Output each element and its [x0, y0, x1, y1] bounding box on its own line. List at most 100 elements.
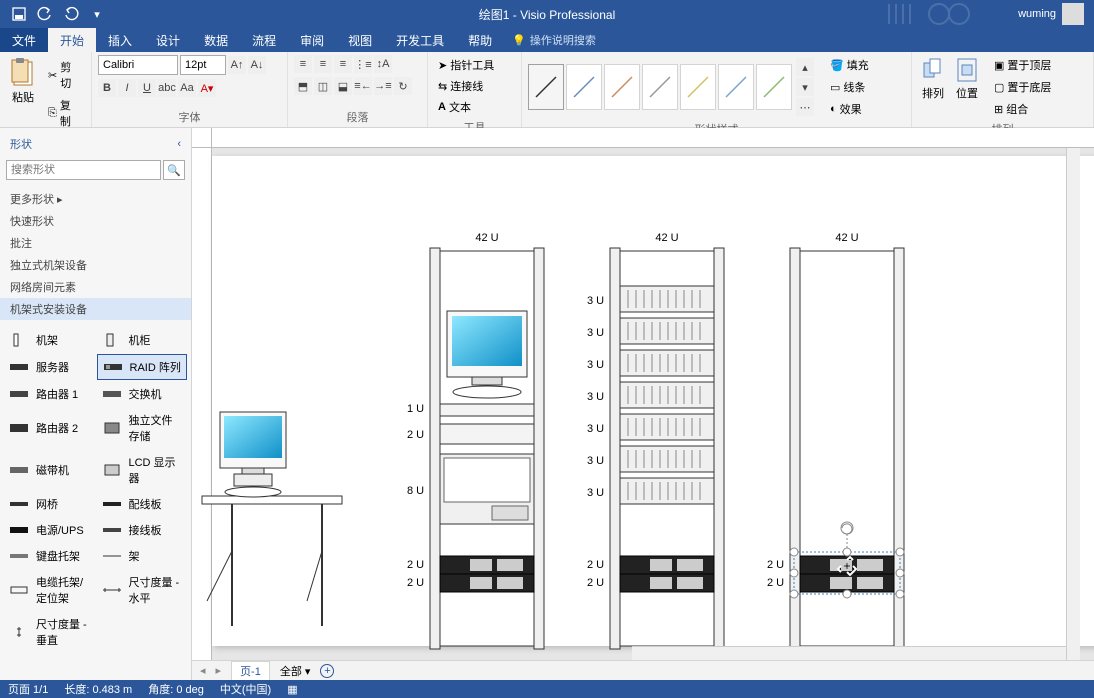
- page-nav-next[interactable]: ▸: [216, 664, 222, 677]
- user-avatar[interactable]: [1062, 3, 1084, 25]
- tab-design[interactable]: 设计: [144, 28, 192, 52]
- stencil-独立文件存储[interactable]: 独立文件存储: [97, 408, 188, 448]
- group-button[interactable]: ⊞组合: [990, 99, 1055, 119]
- stencil-网桥[interactable]: 网桥: [4, 492, 95, 516]
- align-left-button[interactable]: ≡: [294, 55, 312, 73]
- record-macro-button[interactable]: ▦: [287, 683, 297, 696]
- underline-button[interactable]: U: [138, 79, 156, 97]
- text-dir-button[interactable]: ↕A: [374, 55, 392, 73]
- tab-developer[interactable]: 开发工具: [384, 28, 456, 52]
- stencil-接线板[interactable]: 接线板: [97, 518, 188, 542]
- position-button[interactable]: 位置: [952, 55, 982, 103]
- tab-data[interactable]: 数据: [192, 28, 240, 52]
- effects-button[interactable]: ◐效果: [826, 99, 873, 119]
- grow-font-button[interactable]: A↑: [228, 56, 246, 74]
- horizontal-scrollbar[interactable]: [632, 646, 1066, 660]
- text-tool-button[interactable]: A文本: [434, 97, 475, 117]
- stencil-服务器[interactable]: 服务器: [4, 354, 95, 380]
- cat-quick[interactable]: 快速形状: [0, 210, 191, 232]
- cat-annot[interactable]: 批注: [0, 232, 191, 254]
- send-back-button[interactable]: ▢置于底层: [990, 77, 1055, 97]
- copy-button[interactable]: ⎘复制: [44, 95, 85, 131]
- connector-tool-button[interactable]: ⇆连接线: [434, 76, 487, 96]
- pointer-tool-button[interactable]: ➤指针工具: [434, 55, 498, 75]
- paste-button[interactable]: 粘贴: [6, 55, 40, 107]
- bullets-button[interactable]: ⋮≡: [354, 55, 372, 73]
- shapes-search-button[interactable]: 🔍: [163, 160, 185, 180]
- stencil-配线板[interactable]: 配线板: [97, 492, 188, 516]
- font-color-button[interactable]: A▾: [198, 79, 216, 97]
- vertical-scrollbar[interactable]: [1066, 148, 1080, 660]
- align-right-button[interactable]: ≡: [334, 55, 352, 73]
- italic-button[interactable]: I: [118, 79, 136, 97]
- stencil-架[interactable]: 架: [97, 544, 188, 568]
- undo-button[interactable]: [34, 3, 56, 25]
- tab-insert[interactable]: 插入: [96, 28, 144, 52]
- rack-1[interactable]: 42 U 1 U 2 U 8 U: [407, 232, 544, 649]
- gallery-more-button[interactable]: ⋯: [796, 98, 814, 116]
- svg-text:2 U: 2 U: [767, 559, 784, 571]
- tab-file[interactable]: 文件: [0, 28, 48, 52]
- v-mid-button[interactable]: ◫: [314, 77, 332, 95]
- stencil-尺寸度量 - 水平[interactable]: 尺寸度量 - 水平: [97, 570, 188, 610]
- fill-button[interactable]: 🪣填充: [826, 55, 873, 75]
- stencil-路由器 2[interactable]: 路由器 2: [4, 408, 95, 448]
- v-bot-button[interactable]: ⬓: [334, 77, 352, 95]
- stencil-尺寸度量 - 垂直[interactable]: 尺寸度量 - 垂直: [4, 612, 95, 652]
- cat-more[interactable]: 更多形状 ▸: [0, 188, 191, 210]
- tab-process[interactable]: 流程: [240, 28, 288, 52]
- cat-rack[interactable]: 机架式安装设备: [0, 298, 191, 320]
- page[interactable]: 42 U 1 U 2 U 8 U: [212, 156, 1094, 646]
- cut-button[interactable]: ✂剪切: [44, 57, 85, 93]
- font-select[interactable]: [98, 55, 178, 75]
- align-center-button[interactable]: ≡: [314, 55, 332, 73]
- stencil-机柜[interactable]: 机柜: [97, 328, 188, 352]
- tab-home[interactable]: 开始: [48, 28, 96, 52]
- qat-dropdown[interactable]: ▾: [86, 3, 108, 25]
- font-size-select[interactable]: [180, 55, 226, 75]
- all-pages-button[interactable]: 全部 ▾: [280, 663, 311, 679]
- arrange-button[interactable]: 排列: [918, 55, 948, 103]
- lines-button[interactable]: ▭线条: [826, 77, 873, 97]
- rack-3[interactable]: 42 U 2 U 2 U: [767, 232, 904, 649]
- bold-button[interactable]: B: [98, 79, 116, 97]
- strike-button[interactable]: abc: [158, 79, 176, 97]
- cat-datacenter[interactable]: 独立式机架设备: [0, 254, 191, 276]
- stencil-键盘托架[interactable]: 键盘托架: [4, 544, 95, 568]
- indent-inc-button[interactable]: →≡: [374, 77, 392, 95]
- tab-help[interactable]: 帮助: [456, 28, 504, 52]
- page-tab-1[interactable]: 页-1: [231, 661, 270, 681]
- rack-2[interactable]: 42 U 3 U3 U3 U3 U3 U3 U3 U 2 U 2 U: [587, 232, 724, 649]
- canvas-area[interactable]: 42 U 1 U 2 U 8 U: [192, 128, 1094, 680]
- stencil-RAID 阵列[interactable]: RAID 阵列: [97, 354, 188, 380]
- indent-dec-button[interactable]: ≡←: [354, 77, 372, 95]
- redo-button[interactable]: [60, 3, 82, 25]
- char-case-button[interactable]: Aa: [178, 79, 196, 97]
- status-lang[interactable]: 中文(中国): [220, 681, 271, 697]
- stencil-电缆托架/定位架[interactable]: 电缆托架/定位架: [4, 570, 95, 610]
- rotate-text-button[interactable]: ↻: [394, 77, 412, 95]
- stencil-机架[interactable]: 机架: [4, 328, 95, 352]
- shape-style-gallery[interactable]: ▴ ▾ ⋯: [528, 59, 814, 115]
- gallery-down-button[interactable]: ▾: [796, 78, 814, 96]
- page-nav-prev[interactable]: ◂: [200, 664, 206, 677]
- pane-collapse-icon[interactable]: ‹: [177, 138, 181, 150]
- tab-view[interactable]: 视图: [336, 28, 384, 52]
- cat-network[interactable]: 网络房间元素: [0, 276, 191, 298]
- save-button[interactable]: [8, 3, 30, 25]
- tell-me[interactable]: 💡操作说明搜索: [504, 28, 596, 52]
- add-page-button[interactable]: +: [320, 664, 334, 678]
- stencil-路由器 1[interactable]: 路由器 1: [4, 382, 95, 406]
- monitor-shape[interactable]: [220, 412, 286, 497]
- bring-front-button[interactable]: ▣置于顶层: [990, 55, 1055, 75]
- stencil-磁带机[interactable]: 磁带机: [4, 450, 95, 490]
- gallery-up-button[interactable]: ▴: [796, 58, 814, 76]
- desk-shape[interactable]: [202, 496, 342, 626]
- tab-review[interactable]: 审阅: [288, 28, 336, 52]
- shrink-font-button[interactable]: A↓: [248, 56, 266, 74]
- v-top-button[interactable]: ⬒: [294, 77, 312, 95]
- stencil-LCD 显示器[interactable]: LCD 显示器: [97, 450, 188, 490]
- shapes-search-input[interactable]: [6, 160, 161, 180]
- stencil-交换机[interactable]: 交换机: [97, 382, 188, 406]
- stencil-电源/UPS[interactable]: 电源/UPS: [4, 518, 95, 542]
